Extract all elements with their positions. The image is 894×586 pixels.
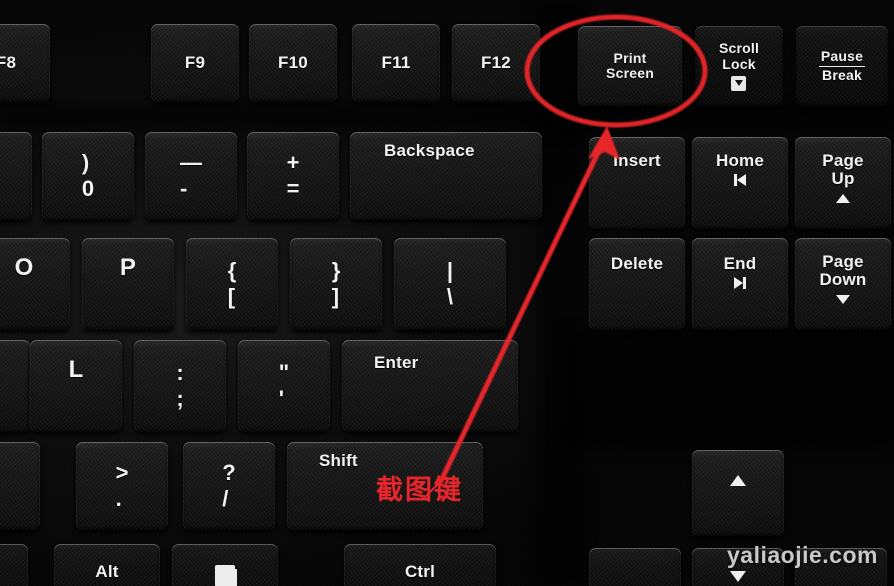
key-label: Page Up	[822, 151, 864, 189]
key-label: Home	[715, 151, 765, 170]
keyboard-photo: F8 F9 F10 F11 F12 Print Screen Scroll Lo…	[0, 0, 894, 586]
page-up-triangle-icon	[836, 193, 850, 203]
key-backslash[interactable]: | \	[394, 238, 506, 330]
home-glyph-icon	[733, 174, 746, 187]
key-f9[interactable]: F9	[151, 24, 239, 102]
key-menu[interactable]	[172, 544, 278, 586]
end-glyph-icon	[734, 277, 746, 290]
key-label: Page Down	[819, 252, 867, 290]
key-label: Print Screen	[606, 49, 654, 81]
key-quote[interactable]: " '	[238, 340, 330, 432]
key-end[interactable]: End	[692, 238, 788, 330]
key-f11[interactable]: F11	[352, 24, 440, 102]
key-minus[interactable]: — -	[145, 132, 237, 220]
key-f10[interactable]: F10	[249, 24, 337, 102]
key-label: Delete	[610, 254, 664, 273]
key-label: F12	[481, 52, 511, 72]
key-label: ? /	[222, 460, 236, 511]
key-print-screen[interactable]: Print Screen	[578, 26, 682, 106]
key-equals[interactable]: + =	[247, 132, 339, 220]
key-label: Alt	[95, 562, 119, 581]
key-arrow-up[interactable]	[692, 450, 784, 536]
key-page-down[interactable]: Page Down	[795, 238, 891, 330]
key-label: Insert	[613, 151, 661, 170]
key-label: | \	[446, 258, 454, 309]
key-label: " '	[278, 360, 290, 411]
key-label: F9	[184, 52, 206, 72]
arrow-up-icon	[730, 475, 746, 486]
key-label: > .	[115, 460, 129, 511]
key-label: — -	[180, 150, 202, 201]
key-9[interactable]: ( 9	[0, 132, 32, 220]
key-ctrl[interactable]: Ctrl	[344, 544, 496, 586]
key-bracket-close[interactable]: } ]	[290, 238, 382, 330]
key-arrow-left[interactable]	[589, 548, 681, 586]
key-label: F8	[0, 52, 17, 72]
watermark: yaliaojie.com	[727, 542, 878, 568]
key-semicolon[interactable]: : ;	[134, 340, 226, 432]
key-label: { [	[227, 258, 237, 309]
key-label-break: Break	[822, 66, 862, 83]
key-0[interactable]: ) 0	[42, 132, 134, 220]
key-label-pause: Pause	[820, 48, 864, 65]
key-label: End	[723, 254, 757, 273]
key-label: : ;	[176, 360, 184, 411]
key-label: + =	[286, 150, 300, 201]
key-comma[interactable]: < ,	[0, 442, 40, 530]
key-k[interactable]: K	[0, 340, 30, 432]
key-label: F11	[381, 52, 411, 72]
key-pause-break[interactable]: Pause Break	[796, 26, 888, 106]
key-label: Enter	[374, 353, 419, 372]
key-o[interactable]: O	[0, 238, 70, 330]
key-label: P	[119, 254, 137, 281]
key-f8[interactable]: F8	[0, 24, 50, 102]
key-period[interactable]: > .	[76, 442, 168, 530]
scroll-lock-indicator-icon	[731, 75, 747, 91]
key-insert[interactable]: Insert	[589, 137, 685, 229]
page-down-triangle-icon	[835, 294, 850, 304]
context-menu-icon	[215, 565, 235, 586]
key-alt[interactable]: Alt	[54, 544, 160, 586]
key-home[interactable]: Home	[692, 137, 788, 229]
key-label: ) 0	[81, 150, 95, 201]
callout-text: 截图键	[376, 475, 463, 506]
key-label: } ]	[331, 258, 341, 309]
key-label: F10	[278, 52, 308, 72]
key-f12[interactable]: F12	[452, 24, 540, 102]
key-p[interactable]: P	[82, 238, 174, 330]
key-delete[interactable]: Delete	[589, 238, 685, 330]
key-l[interactable]: L	[30, 340, 122, 432]
key-space[interactable]	[0, 544, 28, 586]
key-slash[interactable]: ? /	[183, 442, 275, 530]
key-label: L	[68, 356, 84, 383]
key-label: Backspace	[384, 141, 475, 160]
key-label: Ctrl	[404, 562, 436, 581]
key-bracket-open[interactable]: { [	[186, 238, 278, 330]
key-label: O	[14, 254, 34, 281]
key-scroll-lock[interactable]: Scroll Lock	[695, 26, 783, 106]
key-page-up[interactable]: Page Up	[795, 137, 891, 229]
key-label: Shift	[319, 451, 358, 470]
arrow-down-icon	[730, 571, 746, 582]
key-backspace[interactable]: Backspace	[350, 132, 542, 220]
key-enter[interactable]: Enter	[342, 340, 518, 432]
key-label: Scroll Lock	[718, 40, 760, 72]
